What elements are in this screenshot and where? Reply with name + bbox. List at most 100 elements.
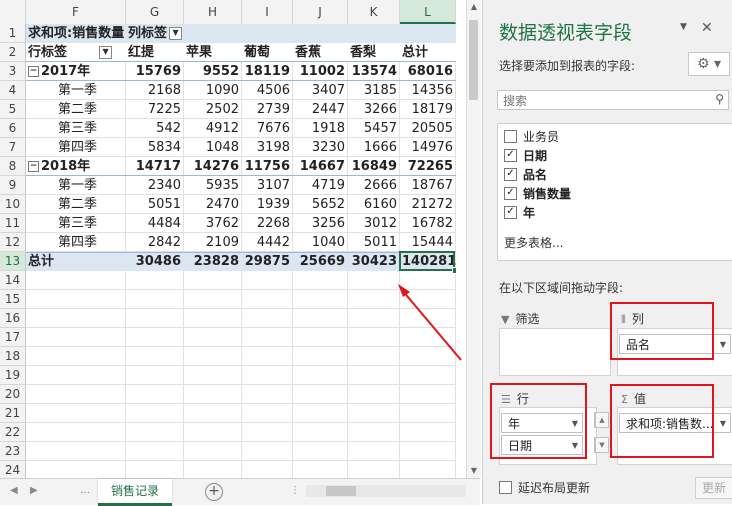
row-header-5[interactable]: 5 — [0, 100, 26, 119]
row-header-3[interactable]: 3 — [0, 62, 26, 81]
row-header-20[interactable]: 20 — [0, 385, 26, 404]
checkbox-icon[interactable] — [504, 130, 517, 143]
value-cell[interactable]: 1040 — [293, 233, 348, 252]
row-header-24[interactable]: 24 — [0, 461, 26, 478]
row-header-23[interactable]: 23 — [0, 442, 26, 461]
value-cell[interactable]: 18767 — [400, 176, 456, 195]
select-all-corner[interactable] — [0, 0, 26, 24]
row-header-4[interactable]: 4 — [0, 81, 26, 100]
row-header-8[interactable]: 8 — [0, 157, 26, 176]
value-cell[interactable]: 18119 — [242, 62, 293, 81]
value-cell[interactable]: 5652 — [293, 195, 348, 214]
value-cell[interactable]: 2502 — [184, 100, 242, 119]
checkbox-icon[interactable]: ✓ — [504, 149, 517, 162]
value-cell[interactable]: 4442 — [242, 233, 293, 252]
value-cell[interactable]: 2842 — [126, 233, 184, 252]
spreadsheet[interactable]: FGHIJKL 1 2 3 4 5 6 7 8 9 10 11 12 13 14 15 16 17 18 19 20 2… — [0, 0, 466, 478]
value-cell[interactable]: 14717 — [126, 157, 184, 176]
field-item[interactable]: ✓ 日期 — [504, 147, 547, 165]
row-label-cell[interactable]: 第一季 — [56, 81, 126, 100]
value-cell[interactable]: 20505 — [400, 119, 456, 138]
row-label-cell[interactable]: 第四季 — [56, 138, 126, 157]
value-cell[interactable]: 2739 — [242, 100, 293, 119]
row-label-cell[interactable]: −2017年 — [26, 62, 126, 81]
value-cell[interactable]: 15444 — [400, 233, 456, 252]
row-header-14[interactable]: 14 — [0, 271, 26, 290]
value-cell[interactable]: 5457 — [348, 119, 400, 138]
value-cell[interactable]: 5011 — [348, 233, 400, 252]
row-label-cell[interactable]: 第三季 — [56, 119, 126, 138]
value-cell[interactable]: 1666 — [348, 138, 400, 157]
value-cell[interactable]: 15769 — [126, 62, 184, 81]
search-field[interactable]: ⚲ — [497, 90, 729, 110]
value-cell[interactable]: 16782 — [400, 214, 456, 233]
column-header-h[interactable]: H — [184, 0, 242, 24]
scroll-down-arrow-icon[interactable]: ▼ — [467, 464, 481, 478]
value-cell[interactable]: 30423 — [348, 252, 400, 271]
value-cell[interactable]: 3198 — [242, 138, 293, 157]
row-header-6[interactable]: 6 — [0, 119, 26, 138]
sheet-tab[interactable]: 销售记录 — [98, 479, 172, 506]
row-header-18[interactable]: 18 — [0, 347, 26, 366]
value-cell[interactable]: 5834 — [126, 138, 184, 157]
filter-dropdown-icon[interactable]: ▼ — [99, 46, 113, 59]
value-cell[interactable]: 1918 — [293, 119, 348, 138]
row-label-cell[interactable]: 第一季 — [56, 176, 126, 195]
filter-dropdown-icon[interactable]: ▼ — [169, 27, 183, 40]
more-sheets-icon[interactable]: … — [80, 485, 90, 496]
row-header-10[interactable]: 10 — [0, 195, 26, 214]
row-header-1[interactable]: 1 — [0, 24, 26, 43]
value-cell[interactable]: 5051 — [126, 195, 184, 214]
row-label-cell[interactable]: 第二季 — [56, 100, 126, 119]
row-label-cell[interactable]: 第二季 — [56, 195, 126, 214]
value-cell[interactable]: 4506 — [242, 81, 293, 100]
value-cell[interactable]: 14976 — [400, 138, 456, 157]
value-cell[interactable]: 2340 — [126, 176, 184, 195]
column-header-f[interactable]: F — [26, 0, 126, 24]
scrollbar-thumb[interactable] — [469, 20, 478, 100]
vertical-scrollbar[interactable]: ▲ ▼ — [466, 0, 481, 478]
scroll-up-arrow-icon[interactable]: ▲ — [595, 412, 609, 428]
value-cell[interactable]: 3012 — [348, 214, 400, 233]
collapse-icon[interactable]: − — [28, 161, 39, 172]
value-cell[interactable]: 14276 — [184, 157, 242, 176]
row-header-12[interactable]: 12 — [0, 233, 26, 252]
value-cell[interactable]: 1939 — [242, 195, 293, 214]
value-cell[interactable]: 3185 — [348, 81, 400, 100]
column-label-cell[interactable]: 葡萄 — [242, 43, 293, 62]
value-cell[interactable]: 68016 — [400, 62, 456, 81]
value-cell[interactable]: 72265 — [400, 157, 456, 176]
row-label-cell[interactable]: 总计 — [26, 252, 126, 271]
field-item[interactable]: ✓ 销售数量 — [504, 185, 571, 203]
more-tables-link[interactable]: 更多表格... — [504, 234, 563, 251]
close-icon[interactable]: ✕ — [701, 20, 713, 36]
value-cell[interactable]: 7676 — [242, 119, 293, 138]
value-cell[interactable]: 11756 — [242, 157, 293, 176]
value-cell[interactable]: 1090 — [184, 81, 242, 100]
value-cell[interactable]: 1048 — [184, 138, 242, 157]
row-header-2[interactable]: 2 — [0, 43, 26, 62]
column-label-cell[interactable]: 香蕉 — [293, 43, 348, 62]
value-cell[interactable]: 3266 — [348, 100, 400, 119]
chevron-down-icon[interactable]: ▼ — [720, 414, 726, 432]
column-label-cell[interactable]: 红提 — [126, 43, 184, 62]
row-header-9[interactable]: 9 — [0, 176, 26, 195]
value-cell[interactable]: 2666 — [348, 176, 400, 195]
row-header-19[interactable]: 19 — [0, 366, 26, 385]
chevron-down-icon[interactable]: ▼ — [680, 22, 687, 32]
value-cell[interactable]: 6160 — [348, 195, 400, 214]
column-label-cell[interactable]: 总计 — [400, 43, 456, 62]
checkbox-icon[interactable]: ✓ — [504, 187, 517, 200]
row-header-17[interactable]: 17 — [0, 328, 26, 347]
value-cell[interactable]: 5935 — [184, 176, 242, 195]
column-label-cell[interactable]: 香梨 — [348, 43, 400, 62]
value-cell[interactable]: 21272 — [400, 195, 456, 214]
row-label-cell[interactable]: 第四季 — [56, 233, 126, 252]
value-cell[interactable]: 2168 — [126, 81, 184, 100]
filter-zone[interactable] — [499, 328, 611, 376]
update-button[interactable]: 更新 — [695, 477, 732, 499]
search-icon[interactable]: ⚲ — [715, 92, 724, 106]
row-labels-header[interactable]: 行标签 ▼ — [26, 43, 126, 62]
row-header-21[interactable]: 21 — [0, 404, 26, 423]
value-cell[interactable]: 14356 — [400, 81, 456, 100]
